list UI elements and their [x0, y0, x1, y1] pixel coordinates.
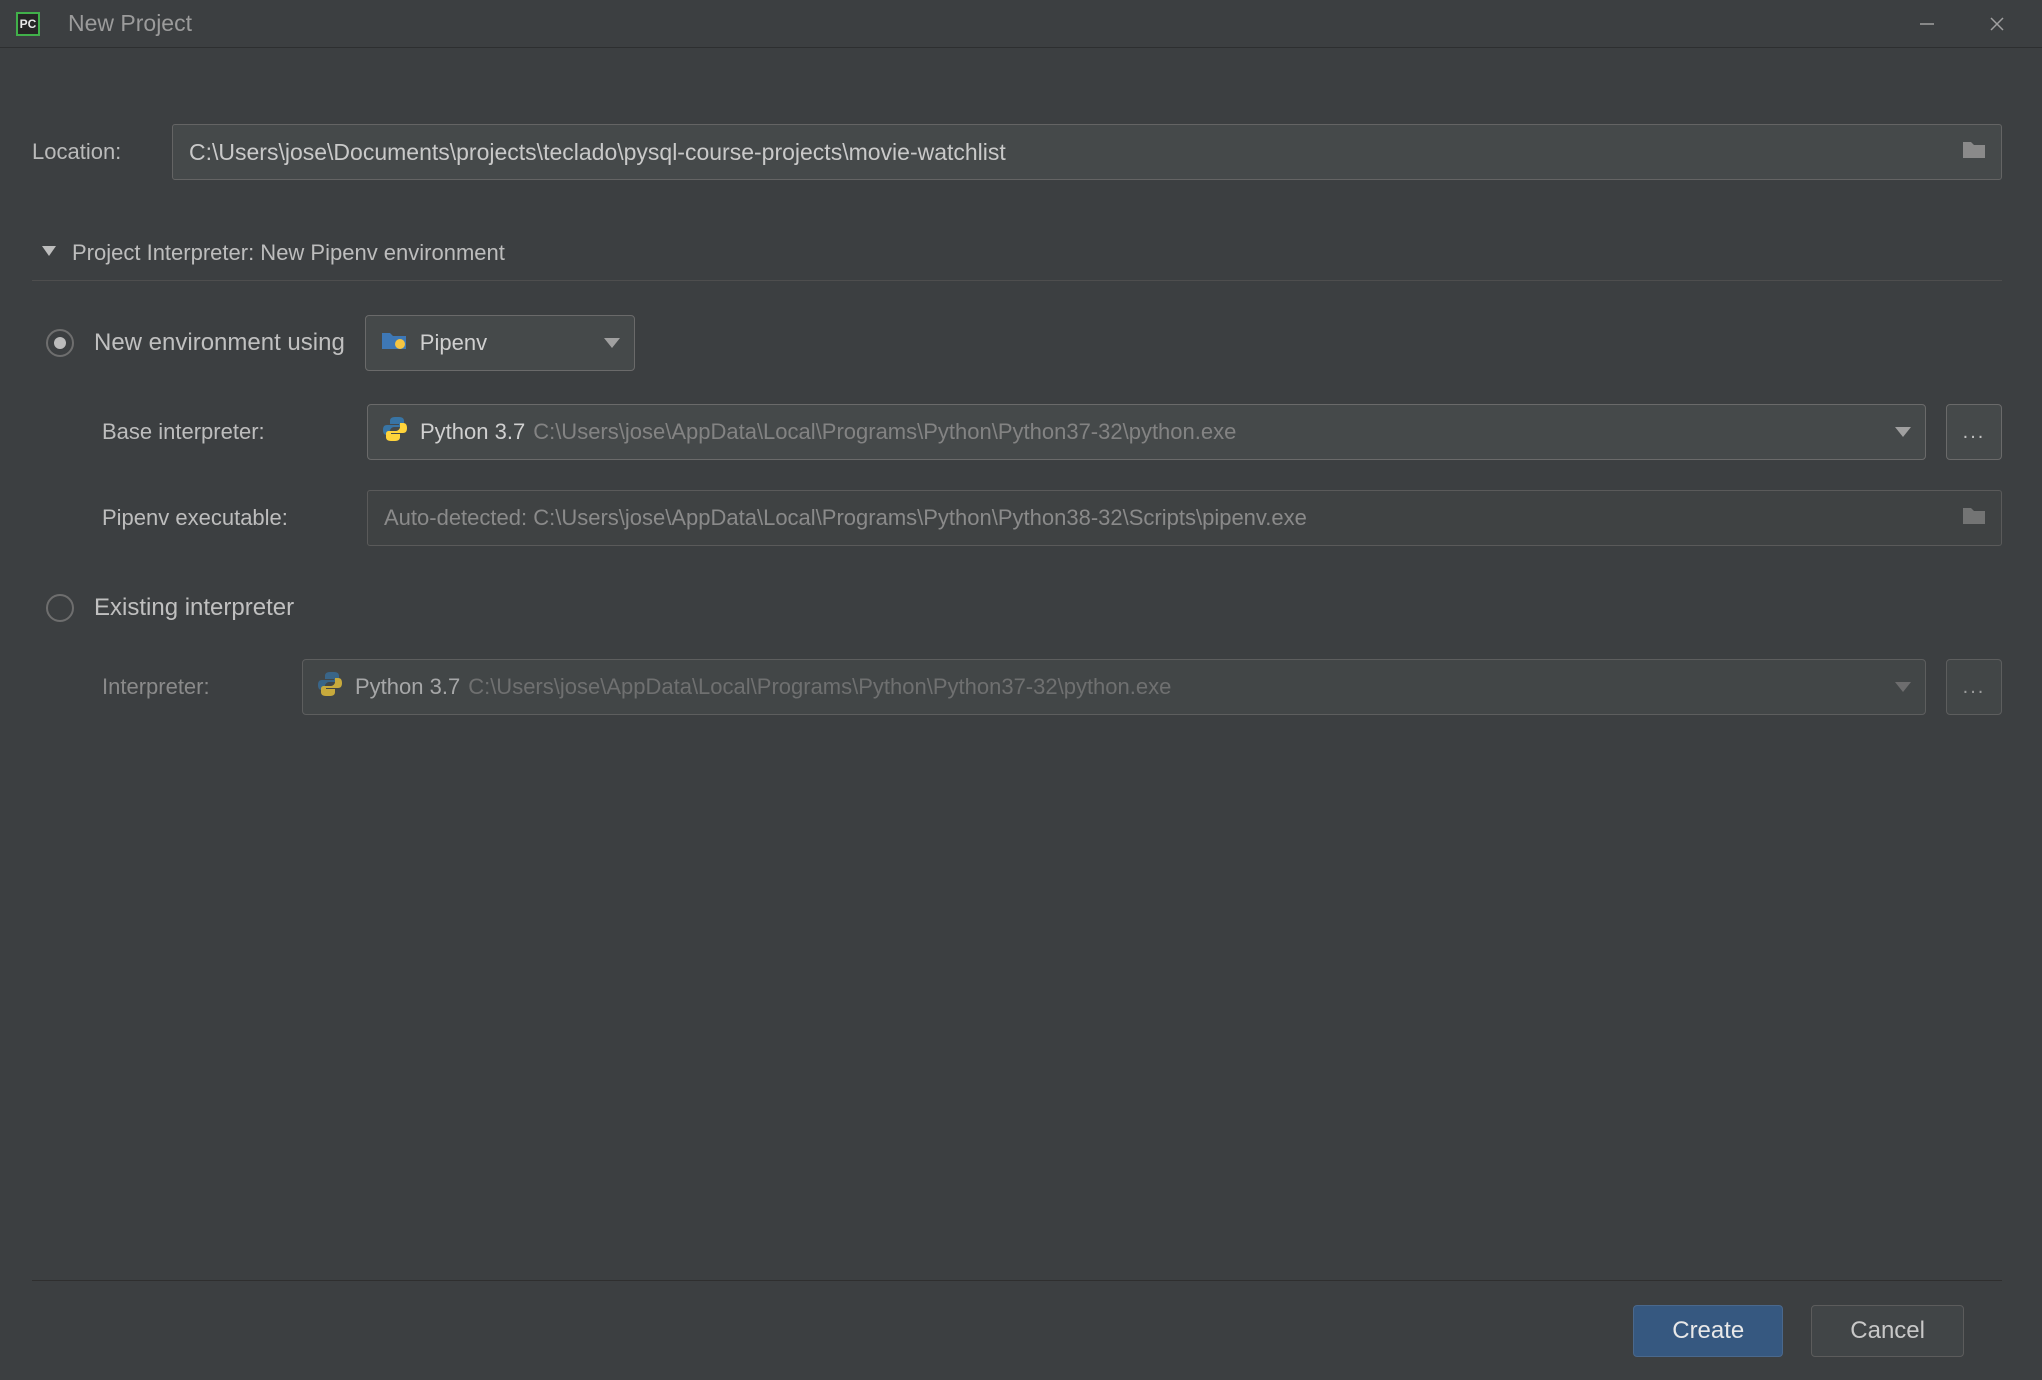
interpreter-label: Interpreter:: [102, 674, 282, 700]
pipenv-executable-input[interactable]: Auto-detected: C:\Users\jose\AppData\Loc…: [367, 490, 2002, 546]
new-environment-radio[interactable]: [46, 329, 74, 357]
interpreter-path: C:\Users\jose\AppData\Local\Programs\Pyt…: [468, 674, 1171, 700]
existing-interpreter-radio-row: Existing interpreter: [46, 585, 2002, 630]
environment-tool-value: Pipenv: [420, 330, 487, 356]
pipenv-executable-row: Pipenv executable: Auto-detected: C:\Use…: [102, 489, 2002, 547]
pipenv-executable-value: Auto-detected: C:\Users\jose\AppData\Loc…: [384, 505, 1307, 531]
cancel-button[interactable]: Cancel: [1811, 1305, 1964, 1357]
base-interpreter-browse-button[interactable]: ...: [1946, 404, 2002, 460]
location-value: C:\Users\jose\Documents\projects\teclado…: [189, 139, 1006, 166]
environment-tool-dropdown[interactable]: Pipenv: [365, 315, 635, 371]
pipenv-executable-label: Pipenv executable:: [102, 505, 347, 531]
location-input[interactable]: C:\Users\jose\Documents\projects\teclado…: [172, 124, 2002, 180]
pycharm-app-icon: PC: [16, 12, 40, 36]
window-title: New Project: [68, 10, 192, 37]
dialog-content: Location: C:\Users\jose\Documents\projec…: [0, 48, 2042, 1380]
chevron-down-icon: [1895, 674, 1911, 700]
location-label: Location:: [32, 139, 172, 165]
new-environment-group: New environment using Pipenv Base interp…: [32, 313, 2002, 547]
new-project-dialog: PC New Project Location: C:\Users\jose\D…: [0, 0, 2042, 1380]
new-env-fields: Base interpreter: Python 3.7 C:\Users\jo…: [102, 403, 2002, 547]
section-title: Project Interpreter: New Pipenv environm…: [72, 240, 505, 266]
interpreter-dropdown: Python 3.7 C:\Users\jose\AppData\Local\P…: [302, 659, 1926, 715]
create-button[interactable]: Create: [1633, 1305, 1783, 1357]
existing-interpreter-label: Existing interpreter: [94, 594, 294, 622]
existing-interpreter-group: Existing interpreter Interpreter: Python…: [32, 585, 2002, 716]
collapse-triangle-icon: [42, 240, 56, 266]
titlebar: PC New Project: [0, 0, 2042, 48]
location-row: Location: C:\Users\jose\Documents\projec…: [32, 124, 2002, 180]
chevron-down-icon: [1895, 419, 1911, 445]
new-environment-label: New environment using: [94, 329, 345, 357]
browse-folder-icon[interactable]: [1961, 138, 1987, 166]
python-icon: [382, 416, 408, 448]
close-button[interactable]: [1962, 4, 2032, 44]
minimize-button[interactable]: [1892, 4, 1962, 44]
interpreter-browse-button: ...: [1946, 659, 2002, 715]
python-icon: [317, 671, 343, 703]
dialog-footer: Create Cancel: [32, 1280, 2002, 1380]
base-interpreter-label: Base interpreter:: [102, 419, 347, 445]
pipenv-folder-icon: [380, 329, 408, 357]
base-interpreter-name: Python 3.7: [420, 419, 525, 445]
interpreter-name: Python 3.7: [355, 674, 460, 700]
new-environment-radio-row: New environment using Pipenv: [46, 313, 2002, 373]
base-interpreter-dropdown[interactable]: Python 3.7 C:\Users\jose\AppData\Local\P…: [367, 404, 1926, 460]
existing-interpreter-row: Interpreter: Python 3.7 C:\Users\jose\Ap…: [102, 658, 2002, 716]
project-interpreter-section[interactable]: Project Interpreter: New Pipenv environm…: [32, 240, 2002, 281]
base-interpreter-path: C:\Users\jose\AppData\Local\Programs\Pyt…: [533, 419, 1236, 445]
base-interpreter-row: Base interpreter: Python 3.7 C:\Users\jo…: [102, 403, 2002, 461]
existing-interpreter-radio[interactable]: [46, 594, 74, 622]
browse-folder-icon[interactable]: [1961, 504, 1987, 532]
chevron-down-icon: [604, 330, 620, 356]
